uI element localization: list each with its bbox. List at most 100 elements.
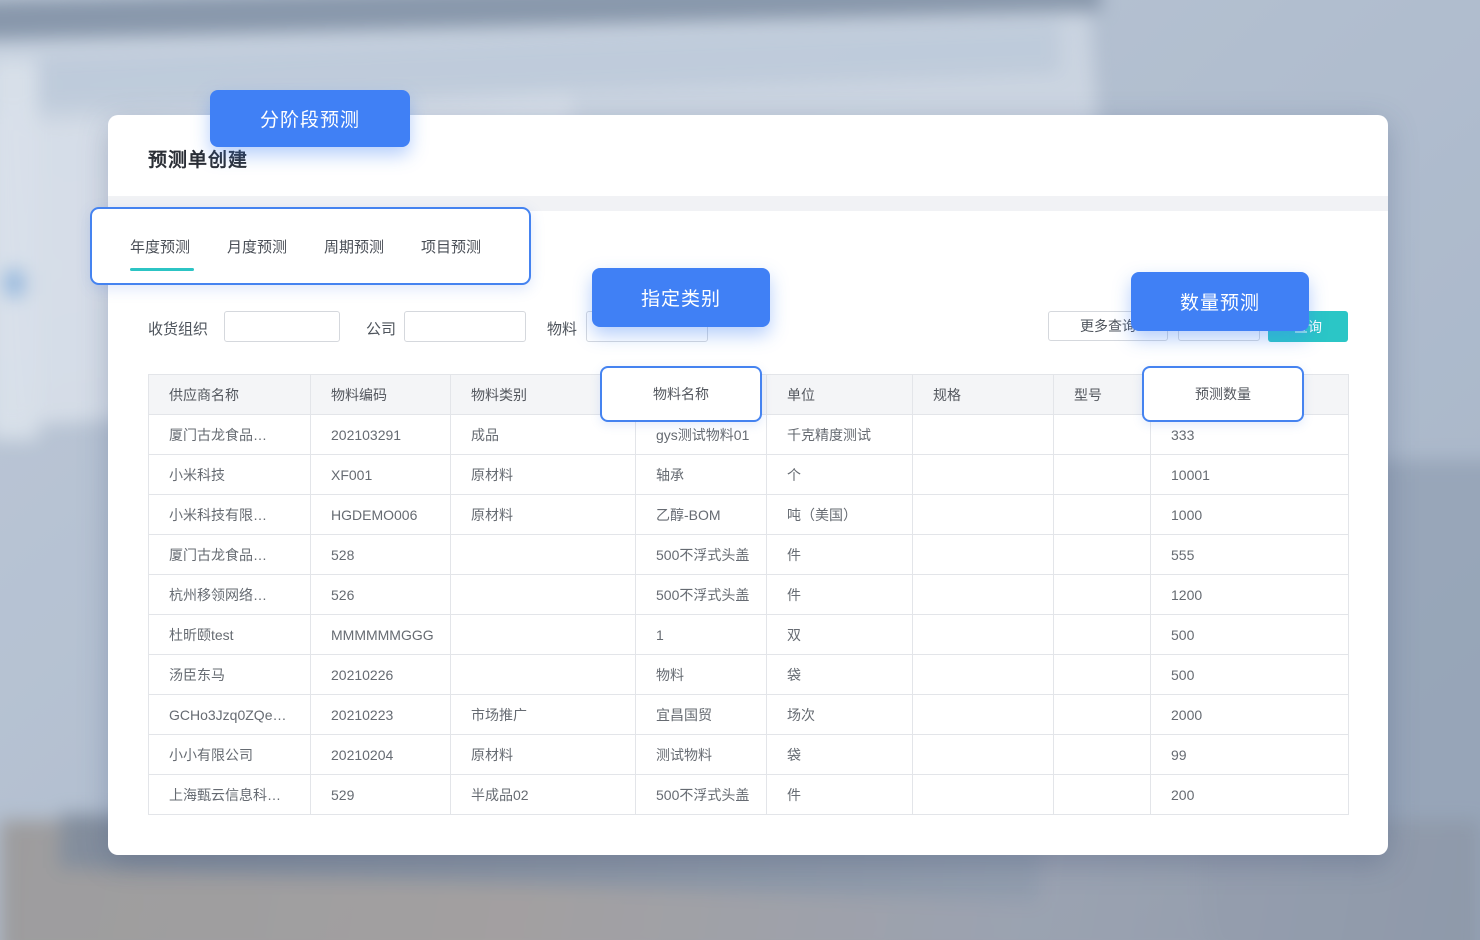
table-cell <box>1054 455 1151 495</box>
table-cell: 袋 <box>767 655 913 695</box>
table-cell: 厦门古龙食品… <box>149 415 311 455</box>
table-cell: 半成品02 <box>451 775 636 815</box>
column-header: 物料编码 <box>311 375 451 415</box>
table-cell <box>1054 535 1151 575</box>
table-row[interactable]: 小小有限公司20210204原材料测试物料袋99 <box>149 735 1349 775</box>
company-label: 公司 <box>366 318 396 339</box>
table-cell: 500 <box>1151 655 1349 695</box>
table-cell <box>913 655 1054 695</box>
table-cell <box>1054 415 1151 455</box>
table-cell: 500不浮式头盖 <box>636 775 767 815</box>
table-cell: 千克精度测试 <box>767 415 913 455</box>
table-cell <box>1054 615 1151 655</box>
table-cell: 200 <box>1151 775 1349 815</box>
column-header: 型号 <box>1054 375 1151 415</box>
table-cell: 小小有限公司 <box>149 735 311 775</box>
quantity-forecast-badge: 数量预测 <box>1131 272 1309 331</box>
table-cell: 双 <box>767 615 913 655</box>
table-cell: 500不浮式头盖 <box>636 535 767 575</box>
receiving-org-label: 收货组织 <box>148 318 208 339</box>
company-input[interactable] <box>404 311 526 342</box>
table-cell: 杭州移领网络… <box>149 575 311 615</box>
table-cell: 20210223 <box>311 695 451 735</box>
table-cell <box>913 775 1054 815</box>
page-title: 预测单创建 <box>148 145 248 172</box>
table-cell: 1 <box>636 615 767 655</box>
table-cell <box>1054 575 1151 615</box>
table-cell: 1000 <box>1151 495 1349 535</box>
table-cell: GCHo3Jzq0ZQe… <box>149 695 311 735</box>
table-cell: 20210226 <box>311 655 451 695</box>
table-cell: 物料 <box>636 655 767 695</box>
table-cell: XF001 <box>311 455 451 495</box>
table-cell: 10001 <box>1151 455 1349 495</box>
table-cell: 小米科技 <box>149 455 311 495</box>
tab-monthly-forecast[interactable]: 月度预测 <box>227 230 287 263</box>
table-cell <box>451 655 636 695</box>
tab-annual-forecast[interactable]: 年度预测 <box>130 230 190 263</box>
table-row[interactable]: 上海甄云信息科…529半成品02500不浮式头盖件200 <box>149 775 1349 815</box>
table-row[interactable]: 杭州移领网络…526500不浮式头盖件1200 <box>149 575 1349 615</box>
tab-label: 月度预测 <box>227 239 287 256</box>
table-cell: 20210204 <box>311 735 451 775</box>
table-cell <box>1054 775 1151 815</box>
table-cell: 宜昌国贸 <box>636 695 767 735</box>
table-cell <box>451 535 636 575</box>
table-cell: HGDEMO006 <box>311 495 451 535</box>
table-cell: 厦门古龙食品… <box>149 535 311 575</box>
table-cell: 202103291 <box>311 415 451 455</box>
table-cell <box>451 575 636 615</box>
table-cell <box>913 415 1054 455</box>
tab-period-forecast[interactable]: 周期预测 <box>324 230 384 263</box>
table-cell <box>1054 655 1151 695</box>
receiving-org-input[interactable] <box>224 311 340 342</box>
table-cell: 原材料 <box>451 455 636 495</box>
table-cell: 乙醇-BOM <box>636 495 767 535</box>
specify-category-badge: 指定类别 <box>592 268 770 327</box>
table-cell: 上海甄云信息科… <box>149 775 311 815</box>
table-cell: 市场推广 <box>451 695 636 735</box>
table-row[interactable]: 汤臣东马20210226 物料袋 500 <box>149 655 1349 695</box>
table-cell: 测试物料 <box>636 735 767 775</box>
forecast-table: 供应商名称物料编码物料类别物料名称单位规格型号预测数量 厦门古龙食品…20210… <box>148 374 1349 815</box>
table-cell <box>1054 695 1151 735</box>
page-root: 预测单创建 年度预测 月度预测 周期预测 项目预测 收货组织 公司 物料 更多查… <box>0 0 1480 940</box>
table-row[interactable]: 小米科技有限…HGDEMO006原材料乙醇-BOM吨（美国）1000 <box>149 495 1349 535</box>
table-cell: 原材料 <box>451 495 636 535</box>
table-row[interactable]: 小米科技XF001原材料轴承个10001 <box>149 455 1349 495</box>
tab-label: 周期预测 <box>324 239 384 256</box>
table-row[interactable]: GCHo3Jzq0ZQe…20210223市场推广宜昌国贸场次2000 <box>149 695 1349 735</box>
table-cell: 99 <box>1151 735 1349 775</box>
table-cell: 汤臣东马 <box>149 655 311 695</box>
tab-label: 项目预测 <box>421 239 481 256</box>
tab-project-forecast[interactable]: 项目预测 <box>421 230 481 263</box>
material-name-header-highlight: 物料名称 <box>600 366 762 422</box>
table-cell <box>913 735 1054 775</box>
table-cell: 1200 <box>1151 575 1349 615</box>
table-cell <box>1054 495 1151 535</box>
table-cell <box>913 455 1054 495</box>
column-header: 供应商名称 <box>149 375 311 415</box>
table-cell: 杜昕颐test <box>149 615 311 655</box>
table-cell <box>1054 735 1151 775</box>
table-cell <box>913 575 1054 615</box>
column-header: 单位 <box>767 375 913 415</box>
table-body: 厦门古龙食品…202103291成品gys测试物料01千克精度测试333小米科技… <box>149 415 1349 815</box>
table-cell <box>913 615 1054 655</box>
forecast-table-wrap: 供应商名称物料编码物料类别物料名称单位规格型号预测数量 厦门古龙食品…20210… <box>148 374 1348 815</box>
table-row[interactable]: 杜昕颐testMMMMMMGGG1双500 <box>149 615 1349 655</box>
table-cell: 526 <box>311 575 451 615</box>
table-cell: 件 <box>767 535 913 575</box>
table-cell: 个 <box>767 455 913 495</box>
table-cell <box>913 535 1054 575</box>
table-cell: 529 <box>311 775 451 815</box>
table-cell <box>451 615 636 655</box>
tab-label: 年度预测 <box>130 239 190 256</box>
table-cell: 2000 <box>1151 695 1349 735</box>
table-row[interactable]: 厦门古龙食品…528500不浮式头盖件555 <box>149 535 1349 575</box>
table-cell <box>913 695 1054 735</box>
active-tab-underline <box>130 268 194 271</box>
table-cell: 528 <box>311 535 451 575</box>
table-cell <box>913 495 1054 535</box>
table-cell: 500 <box>1151 615 1349 655</box>
